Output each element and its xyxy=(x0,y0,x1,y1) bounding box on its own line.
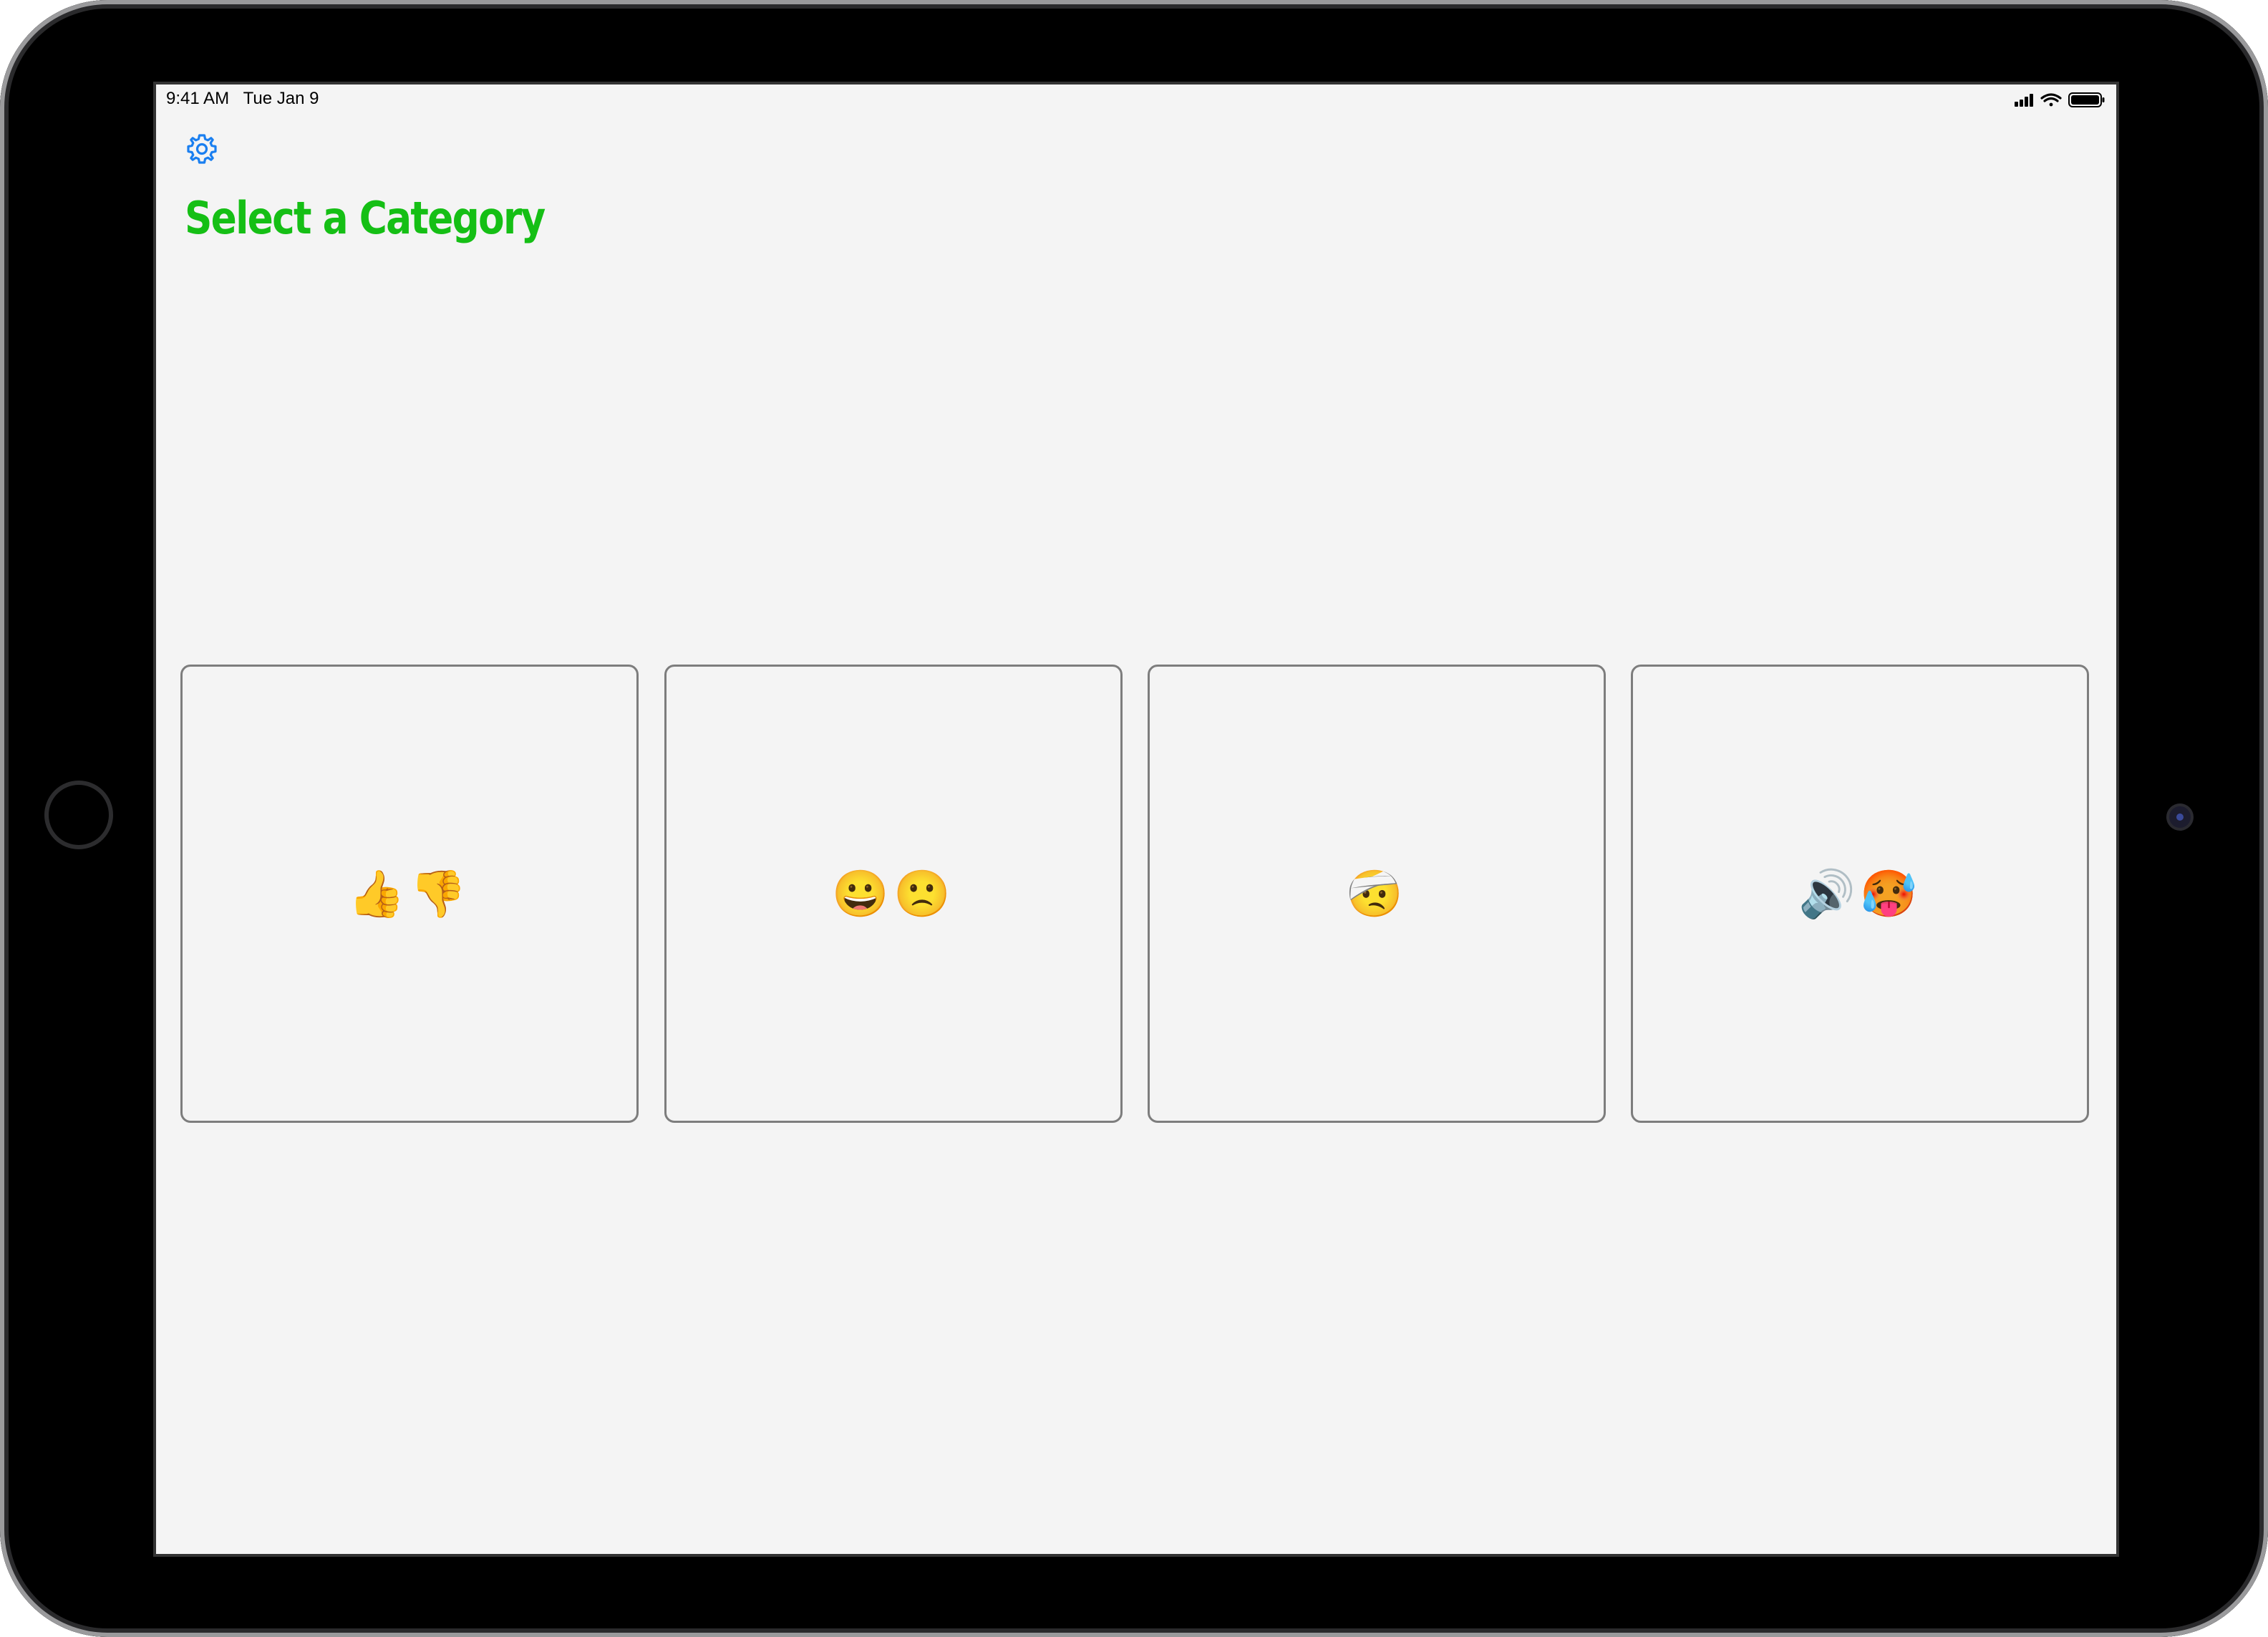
category-card-feelings[interactable]: 😀🙁 xyxy=(664,665,1123,1123)
happy-sad-face-icon: 😀🙁 xyxy=(832,868,955,919)
battery-icon xyxy=(2068,92,2105,107)
status-bar: 9:41 AM Tue Jan 9 xyxy=(156,84,2116,113)
home-button[interactable] xyxy=(44,781,113,849)
app-screen: 9:41 AM Tue Jan 9 Select a Category 👍👎 😀… xyxy=(156,84,2116,1554)
page-title: Select a Category xyxy=(185,192,546,244)
thumbs-up-down-icon: 👍👎 xyxy=(348,868,471,919)
category-card-feedback[interactable]: 👍👎 xyxy=(180,665,639,1123)
speaker-hot-face-icon: 🔊🥵 xyxy=(1798,868,1922,919)
gear-icon xyxy=(187,134,217,164)
category-card-pain[interactable]: 🤕 xyxy=(1148,665,1606,1123)
status-icons-svg xyxy=(2015,92,2105,107)
bandaged-face-icon: 🤕 xyxy=(1346,868,1407,919)
wifi-icon xyxy=(2040,93,2062,107)
front-camera xyxy=(2169,806,2191,828)
status-time-date: 9:41 AM Tue Jan 9 xyxy=(166,89,319,108)
cellular-signal-icon xyxy=(2015,94,2033,107)
ipad-device-frame: 9:41 AM Tue Jan 9 Select a Category 👍👎 😀… xyxy=(0,0,2268,1637)
status-icons xyxy=(2013,92,2106,107)
settings-button[interactable] xyxy=(185,132,219,166)
category-card-senses[interactable]: 🔊🥵 xyxy=(1631,665,2089,1123)
category-grid: 👍👎 😀🙁 🤕 🔊🥵 xyxy=(180,665,2092,1123)
